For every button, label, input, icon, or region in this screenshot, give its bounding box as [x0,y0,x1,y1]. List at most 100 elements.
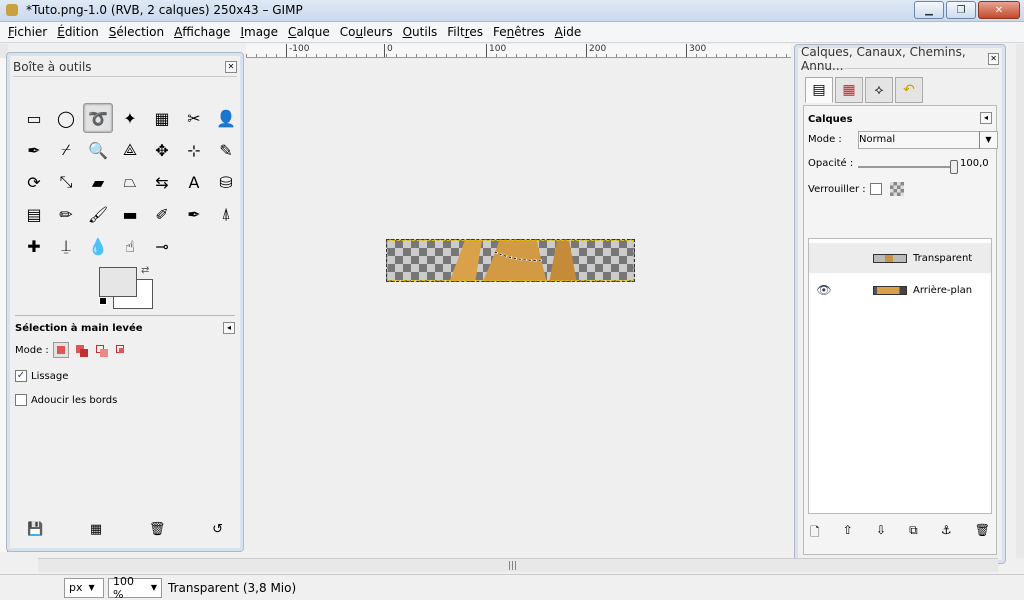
tool-perspective-clone-button[interactable]: ⍊ [51,231,81,261]
tool-align-button[interactable]: ⊹ [179,135,209,165]
reset-options-icon[interactable]: ↺ [212,522,223,537]
tool-measure-button[interactable]: ⟁ [115,135,145,165]
mode-add-button[interactable] [73,342,89,358]
tool-color-picker-button[interactable]: ⌿ [51,135,81,165]
tab-undo[interactable]: ↶ [895,77,923,103]
tool-pencil-button[interactable]: ✏ [51,199,81,229]
opacity-slider-handle[interactable] [950,160,958,174]
menu-item[interactable]: Aide [550,25,587,39]
toolbox-close-icon[interactable]: ✕ [225,60,237,73]
image-canvas[interactable] [386,239,635,282]
layer-mode-select[interactable]: Normal ▼ [858,130,998,149]
tool-foreground-select-button[interactable]: 👤 [211,103,241,133]
blur-icon: 💧 [88,236,108,256]
tool-scale-button[interactable]: ⤡ [51,167,81,197]
tool-smudge-button[interactable]: ☝ [115,231,145,261]
tool-dodge-burn-button[interactable]: ⊸ [147,231,177,261]
tool-airbrush-button[interactable]: ✐ [147,199,177,229]
menu-item[interactable]: Fichier [3,25,52,39]
tool-move-button[interactable]: ✥ [147,135,177,165]
minimize-button[interactable]: ▁ [914,1,944,19]
default-colors-icon[interactable] [99,297,107,305]
menu-item[interactable]: Filtres [442,25,488,39]
tool-ellipse-select-button[interactable]: ◯ [51,103,81,133]
zoom-select[interactable]: 100 % ▼ [108,575,162,600]
layer-row[interactable]: 👁 Arrière-plan [809,275,991,305]
tool-bucket-fill-button[interactable]: ⛁ [211,167,241,197]
layer-row[interactable]: Transparent [809,243,991,273]
restore-options-icon[interactable]: ▦ [90,522,102,537]
tool-color-select-button[interactable]: ▦ [147,103,177,133]
menu-item[interactable]: Calque [283,25,335,39]
toolbox-panel: Boîte à outils ✕ ▭ ◯ ➰ ✦ ▦ ✂ 👤 ✒ ⌿ 🔍 ⟁ ✥ ⊹ ✎ ⟳ ⤡ ▰ ⏢ ⇆ A ⛁ ▤ ✏… [6,52,244,552]
tool-blur-button[interactable]: 💧 [83,231,113,261]
tool-zoom-button[interactable]: 🔍 [83,135,113,165]
tool-paths-button[interactable]: ✒ [19,135,49,165]
tool-free-select-button[interactable]: ➰ [83,103,113,133]
tool-shear-button[interactable]: ▰ [83,167,113,197]
tool-paintbrush-button[interactable]: 🖌 [83,199,113,229]
unit-select[interactable]: px ▼ [64,577,104,598]
menu-item-text: alque [296,25,330,39]
tab-channels[interactable]: ▦ [835,77,863,103]
mode-replace-button[interactable] [52,342,69,358]
tool-crop-button[interactable]: ✎ [211,135,241,165]
tool-ink-button[interactable]: ✒ [179,199,209,229]
delete-layer-icon[interactable]: 🗑 [975,523,990,544]
tool-clone-button[interactable]: ⍋ [211,199,241,229]
lock-pixels-checkbox[interactable] [869,183,882,195]
menu-item-text: élection [116,25,165,39]
layers-close-icon[interactable]: ✕ [988,52,999,65]
mode-intersect-button[interactable] [113,342,129,358]
close-button[interactable]: ✕ [978,1,1020,19]
vertical-scrollbar[interactable] [1016,44,1024,558]
tool-flip-button[interactable]: ⇆ [147,167,177,197]
lock-row: Verrouiller : [808,182,992,196]
new-layer-icon[interactable]: 🗋 [810,523,820,544]
anchor-layer-icon[interactable]: ⚓ [941,523,952,544]
lock-alpha-icon[interactable] [889,182,904,196]
menu-item[interactable]: Sélection [104,25,169,39]
feather-checkbox[interactable] [15,394,27,406]
tab-paths[interactable]: ⟡ [865,77,893,103]
bucket-fill-icon: ⛁ [219,172,233,192]
tool-rect-select-button[interactable]: ▭ [19,103,49,133]
tool-scissors-select-button[interactable]: ✂ [179,103,209,133]
opacity-slider[interactable] [858,160,958,174]
tool-heal-button[interactable]: ✚ [19,231,49,261]
mode-subtract-button[interactable] [93,342,109,358]
channels-icon: ▦ [842,82,856,98]
duplicate-layer-icon[interactable]: ⧉ [909,523,918,544]
menu-item[interactable]: Outils [398,25,443,39]
layers-menu-icon[interactable]: ◂ [980,112,992,124]
tool-perspective-button[interactable]: ⏢ [115,167,145,197]
foreground-color[interactable] [99,267,137,297]
save-options-icon[interactable]: 💾 [27,522,43,537]
menu-item[interactable]: Couleurs [335,25,398,39]
delete-options-icon[interactable]: 🗑 [149,522,166,537]
menu-item[interactable]: Édition [52,25,104,39]
antialias-checkbox[interactable]: ✓ [15,370,27,382]
tab-layers[interactable]: ▤ [805,77,833,103]
menu-item[interactable]: Affichage [169,25,235,39]
tool-text-button[interactable]: A [179,167,209,197]
horizontal-scrollbar[interactable]: ||| [38,558,998,572]
tool-blend-button[interactable]: ▤ [19,199,49,229]
tool-fuzzy-select-button[interactable]: ✦ [115,103,145,133]
menu-item[interactable]: Image [235,25,283,39]
layer-mode-value: Normal [859,134,896,145]
lower-layer-icon[interactable]: ⇩ [876,523,886,544]
tool-eraser-button[interactable]: ▬ [115,199,145,229]
canvas-area[interactable] [246,58,794,552]
layer-visibility-eye-icon[interactable]: 👁 [809,283,839,297]
horizontal-ruler[interactable]: -100 0 100 200 300 [246,44,791,58]
chevron-down-icon: ▼ [150,583,157,592]
tool-options-menu-icon[interactable]: ◂ [223,322,235,334]
maximize-button[interactable]: ❐ [946,1,976,19]
menu-item-text: êtres [514,25,545,39]
menu-item[interactable]: Fenêtres [488,25,550,39]
raise-layer-icon[interactable]: ⇧ [843,523,853,544]
menu-item-text: dition [64,25,99,39]
tool-rotate-button[interactable]: ⟳ [19,167,49,197]
swap-colors-icon[interactable]: ⇄ [141,265,149,276]
